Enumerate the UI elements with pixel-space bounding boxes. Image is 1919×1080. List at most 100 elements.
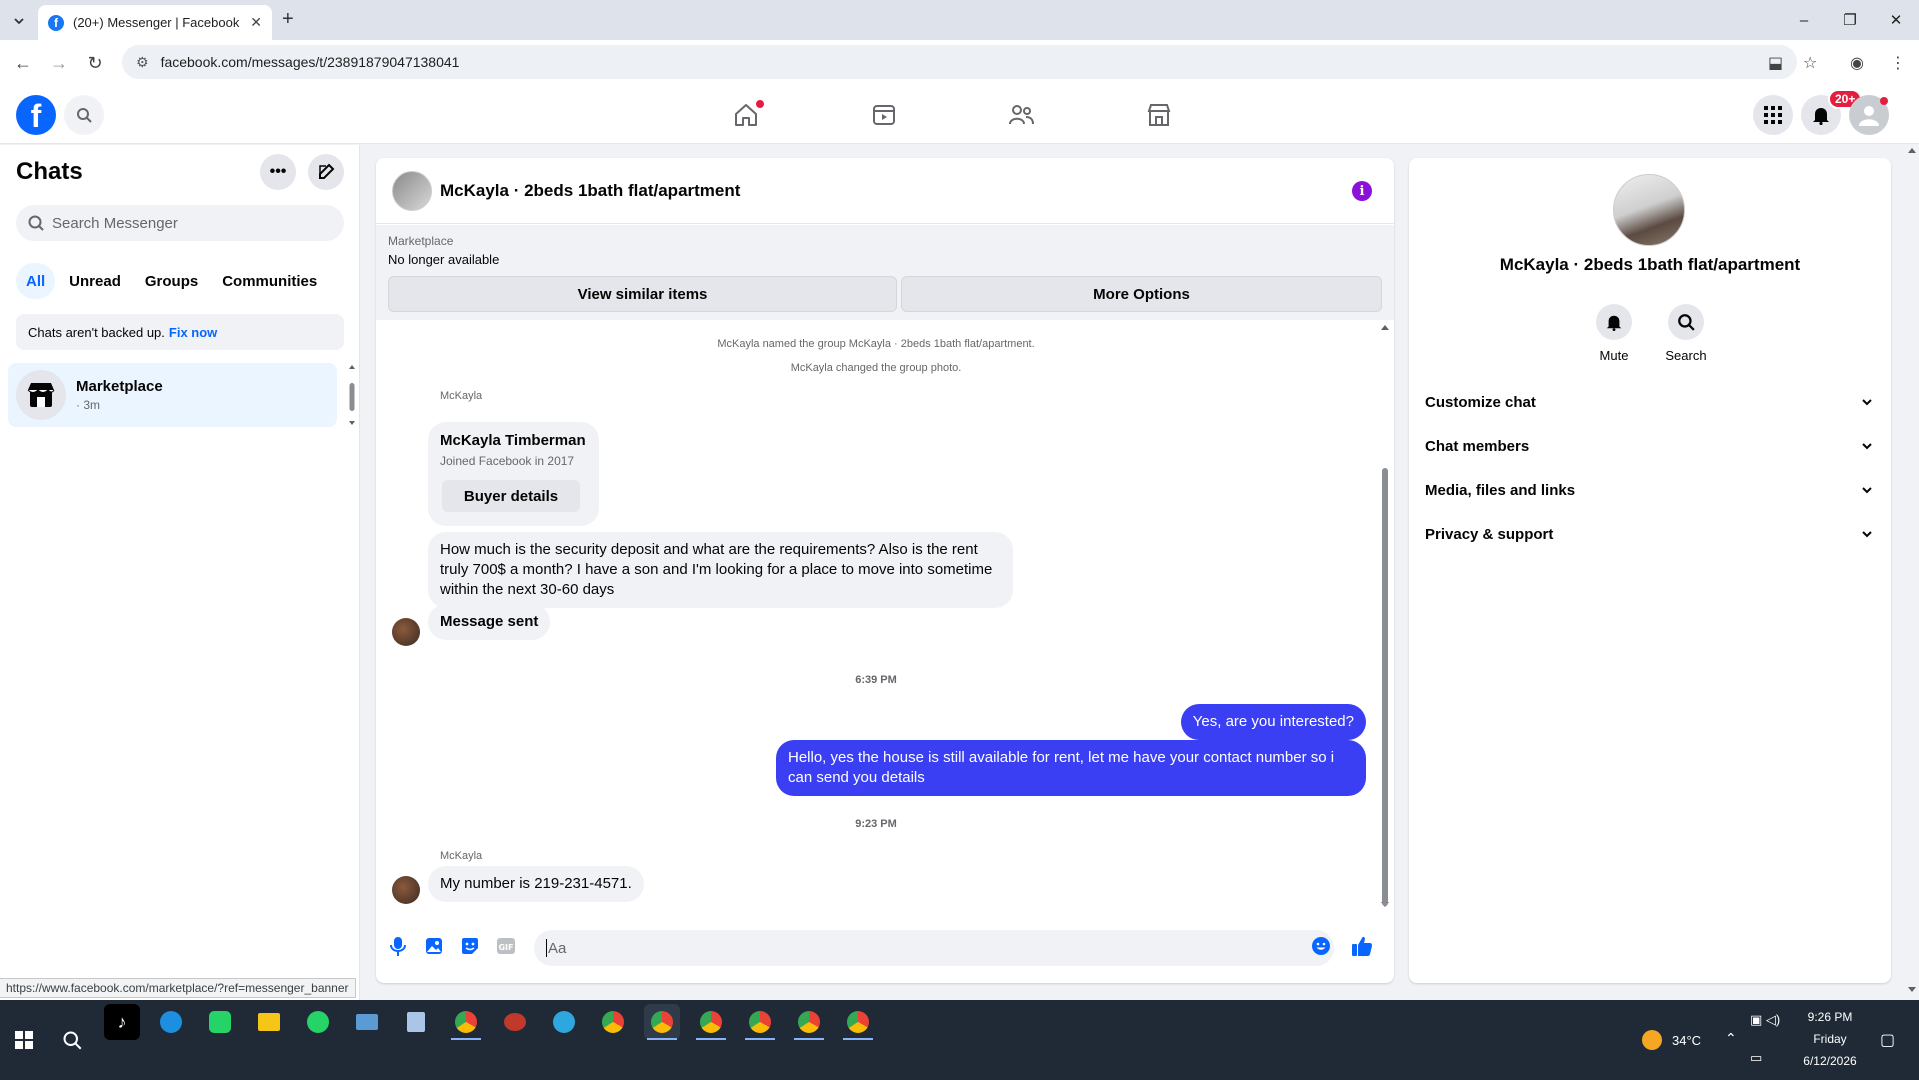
privacy-support-section[interactable]: Privacy & support xyxy=(1425,512,1877,556)
sticker-button[interactable] xyxy=(458,934,482,958)
message-line: truly 700$ a month? I have a son and I'm… xyxy=(440,561,993,578)
display-icon[interactable]: ▭ xyxy=(1750,1050,1762,1066)
url-field[interactable]: ⚙ facebook.com/messages/t/23891879047138… xyxy=(122,45,1797,79)
tab-title: (20+) Messenger | Facebook xyxy=(73,15,240,30)
clock-day[interactable]: Friday xyxy=(1790,1032,1870,1046)
new-message-button[interactable] xyxy=(308,154,344,190)
browser-menu-icon[interactable]: ⋮ xyxy=(1890,53,1906,73)
buyer-details-button[interactable]: Buyer details xyxy=(442,480,580,512)
friends-nav-button[interactable] xyxy=(1003,97,1039,133)
sender-avatar[interactable] xyxy=(392,876,420,904)
chrome-icon-6[interactable] xyxy=(840,1004,876,1040)
mute-action[interactable]: Mute xyxy=(1579,304,1649,363)
incoming-message[interactable]: How much is the security deposit and wha… xyxy=(428,532,1013,608)
chats-options-button[interactable]: ••• xyxy=(260,154,296,190)
search-label: Search xyxy=(1665,348,1707,363)
marketplace-nav-button[interactable] xyxy=(1141,97,1177,133)
emoji-button[interactable] xyxy=(1309,934,1333,958)
customize-chat-section[interactable]: Customize chat xyxy=(1425,380,1877,424)
bookmark-star-icon[interactable]: ☆ xyxy=(1803,53,1817,73)
clock-date[interactable]: 6/12/2026 xyxy=(1790,1054,1870,1068)
filter-unread[interactable]: Unread xyxy=(59,263,131,299)
chrome-profile-icon[interactable] xyxy=(448,1004,484,1040)
message-input[interactable]: Aa xyxy=(534,930,1334,966)
back-button[interactable]: ← xyxy=(10,50,36,76)
facebook-logo-icon[interactable]: f xyxy=(16,95,56,135)
conversation-title[interactable]: McKayla · 2beds 1bath flat/apartment xyxy=(440,181,740,201)
chevron-down-icon xyxy=(1862,443,1872,450)
incoming-message[interactable]: My number is 219-231-4571. xyxy=(428,866,644,902)
chat-members-section[interactable]: Chat members xyxy=(1425,424,1877,468)
chat-list-scrollbar[interactable] xyxy=(348,363,356,427)
more-options-button[interactable]: More Options xyxy=(901,276,1382,312)
media-files-links-section[interactable]: Media, files and links xyxy=(1425,468,1877,512)
tiktok-app-icon[interactable]: ♪ xyxy=(104,1004,140,1040)
new-tab-button[interactable]: + xyxy=(282,8,294,31)
site-info-icon[interactable]: ⚙ xyxy=(136,54,149,71)
info-icon[interactable]: i xyxy=(1352,181,1372,201)
gif-button[interactable]: GIF xyxy=(494,934,518,958)
app-running-indicator xyxy=(794,1038,824,1040)
file-explorer-icon[interactable] xyxy=(251,1004,287,1040)
chrome-icon-5[interactable] xyxy=(791,1004,827,1040)
notification-center-icon[interactable]: ▢ xyxy=(1880,1030,1895,1050)
weather-temperature[interactable]: 34°C xyxy=(1672,1033,1701,1048)
reload-button[interactable]: ↻ xyxy=(82,50,108,76)
search-in-conversation-action[interactable]: Search xyxy=(1651,304,1721,363)
notepad-icon[interactable] xyxy=(398,1004,434,1040)
close-window-button[interactable]: ✕ xyxy=(1873,0,1919,40)
tab-search-button[interactable] xyxy=(8,10,30,32)
start-button[interactable] xyxy=(6,1022,42,1058)
remote-desktop-icon[interactable] xyxy=(349,1004,385,1040)
chrome-icon[interactable] xyxy=(595,1004,631,1040)
voice-clip-button[interactable] xyxy=(386,934,410,958)
view-similar-items-button[interactable]: View similar items xyxy=(388,276,897,312)
minimize-button[interactable]: – xyxy=(1781,0,1827,40)
chrome-icon-4[interactable] xyxy=(742,1004,778,1040)
weather-icon[interactable] xyxy=(1634,1022,1670,1058)
group-photo[interactable] xyxy=(1613,174,1685,246)
edge-browser-icon[interactable] xyxy=(153,1004,189,1040)
group-avatar[interactable] xyxy=(392,170,432,211)
network-volume-icons[interactable]: ▣ ◁) xyxy=(1750,1012,1780,1028)
whatsapp-icon[interactable] xyxy=(300,1004,336,1040)
sender-avatar[interactable] xyxy=(392,618,420,646)
taskbar-search-button[interactable] xyxy=(54,1022,90,1058)
filter-all[interactable]: All xyxy=(16,263,56,299)
browser-profile-icon[interactable]: ◉ xyxy=(1850,53,1864,73)
sticker-icon xyxy=(462,938,478,954)
outgoing-message[interactable]: Yes, are you interested? xyxy=(1180,704,1366,740)
chevron-down-icon xyxy=(1862,399,1872,406)
filter-groups[interactable]: Groups xyxy=(135,263,208,299)
chrome-active-icon[interactable] xyxy=(644,1004,680,1040)
restore-button[interactable]: ❐ xyxy=(1827,0,1873,40)
fb-search-button[interactable] xyxy=(64,95,104,135)
backup-text: Chats aren't backed up. xyxy=(28,324,165,340)
message-line: Hello, yes the house is still available … xyxy=(788,749,1335,766)
apps-menu-button[interactable] xyxy=(1753,95,1793,135)
bell-icon xyxy=(1813,108,1829,125)
incoming-message[interactable]: Message sent xyxy=(428,604,551,640)
outgoing-message[interactable]: Hello, yes the house is still available … xyxy=(776,740,1366,796)
fix-now-link[interactable]: Fix now xyxy=(169,325,217,340)
install-app-icon[interactable]: ⬓ xyxy=(1768,53,1783,73)
forward-button[interactable]: → xyxy=(46,50,72,76)
filter-communities[interactable]: Communities xyxy=(212,263,327,299)
chrome-icon-3[interactable] xyxy=(693,1004,729,1040)
tab-close-icon[interactable]: ✕ xyxy=(250,14,262,31)
search-messenger-input[interactable]: Search Messenger xyxy=(16,205,344,241)
chat-list-item-marketplace[interactable]: Marketplace · 3m xyxy=(8,363,337,427)
attach-photo-button[interactable] xyxy=(422,934,446,958)
app-icon[interactable] xyxy=(497,1004,533,1040)
edge-browser-icon-2[interactable] xyxy=(546,1004,582,1040)
whatsapp-business-icon[interactable] xyxy=(202,1004,238,1040)
message-composer: GIF Aa xyxy=(376,918,1394,978)
browser-tab[interactable]: f (20+) Messenger | Facebook ✕ xyxy=(38,5,272,40)
tray-overflow-icon[interactable]: ⌃ xyxy=(1725,1030,1737,1047)
conversation-scrollbar[interactable] xyxy=(1380,320,1390,920)
scrollbar-thumb[interactable] xyxy=(1382,468,1388,906)
page-scrollbar[interactable] xyxy=(1905,145,1919,1000)
clock-time[interactable]: 9:26 PM xyxy=(1790,1010,1870,1024)
send-like-button[interactable] xyxy=(1350,934,1374,958)
video-nav-button[interactable] xyxy=(866,97,902,133)
